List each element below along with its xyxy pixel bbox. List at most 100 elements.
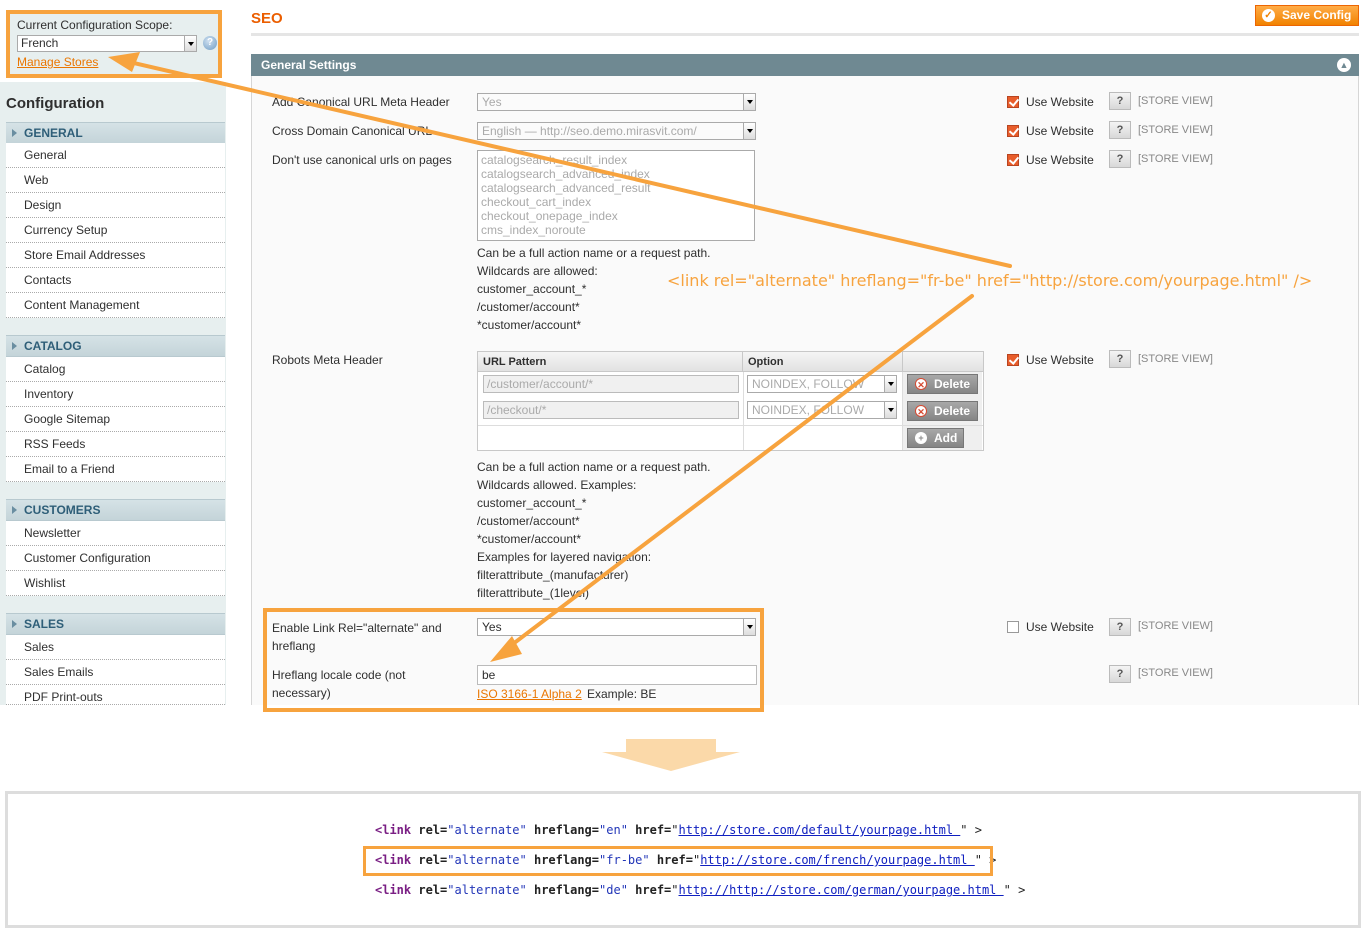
code-punc: " > <box>960 823 982 837</box>
cross-domain-select[interactable]: English — http://seo.demo.mirasvit.com/ <box>477 122 756 140</box>
robots-note: filterattribute_(manufacturer) <box>477 568 629 582</box>
sidebar-item-general[interactable]: General <box>6 143 225 168</box>
sidebar-group-general[interactable]: GENERAL <box>6 122 225 144</box>
code-link[interactable]: http://http://store.com/german/yourpage.… <box>679 883 1004 897</box>
delete-icon: ✕ <box>915 378 927 390</box>
canonical-select[interactable]: Yes <box>477 93 756 111</box>
sidebar-item-google-sitemap[interactable]: Google Sitemap <box>6 407 225 432</box>
canonical-scope-tag: [STORE VIEW] <box>1138 95 1213 107</box>
chevron-down-icon <box>743 123 755 139</box>
fieldset-header[interactable]: General Settings ▲ <box>251 54 1359 76</box>
sidebar-item-content-management[interactable]: Content Management <box>6 293 225 318</box>
robots-option-value: NOINDEX, FOLLOW <box>752 403 865 417</box>
sidebar-item-contacts[interactable]: Contacts <box>6 268 225 293</box>
sidebar-item-design[interactable]: Design <box>6 193 225 218</box>
sidebar-item-store-email-addresses[interactable]: Store Email Addresses <box>6 243 225 268</box>
canonical-label: Add Canonical URL Meta Header <box>272 95 450 109</box>
sidebar-item-newsletter[interactable]: Newsletter <box>6 521 225 546</box>
delete-row-button[interactable]: ✕ Delete <box>907 401 978 421</box>
scope-switcher-panel: Current Configuration Scope: French ? Ma… <box>6 10 222 78</box>
enable-alternate-help-button[interactable]: ? <box>1109 618 1131 636</box>
plus-icon: + <box>915 432 927 444</box>
url-pattern-input[interactable]: /checkout/* <box>483 401 739 419</box>
page-title: SEO <box>251 10 283 27</box>
sidebar-group-sales[interactable]: SALES <box>6 613 225 635</box>
code-line-de: <link rel="alternate" hreflang="de" href… <box>375 883 1025 897</box>
enable-alternate-use-website-checkbox[interactable] <box>1007 621 1019 633</box>
code-link[interactable]: http://store.com/default/yourpage.html <box>679 823 961 837</box>
sidebar-item-sales[interactable]: Sales <box>6 635 225 660</box>
code-line-en: <link rel="alternate" hreflang="en" href… <box>375 823 982 837</box>
help-icon[interactable]: ? <box>203 36 217 50</box>
sidebar-item-inventory[interactable]: Inventory <box>6 382 225 407</box>
sidebar-group-customers[interactable]: CUSTOMERS <box>6 499 225 521</box>
robots-label: Robots Meta Header <box>272 353 383 367</box>
canonical-use-website-checkbox[interactable] <box>1007 96 1019 108</box>
robots-note: *customer/account* <box>477 532 582 546</box>
exclude-help-button[interactable]: ? <box>1109 150 1131 168</box>
robots-help-button[interactable]: ? <box>1109 350 1131 368</box>
row-divider <box>478 425 983 426</box>
robots-option-select[interactable]: NOINDEX, FOLLOW <box>747 401 897 419</box>
cross-domain-use-website-label: Use Website <box>1026 124 1094 138</box>
save-config-label: Save Config <box>1282 8 1352 22</box>
collapse-icon[interactable]: ▲ <box>1337 58 1351 72</box>
chevron-down-icon <box>884 376 896 392</box>
code-attr: hreflang= <box>533 883 600 897</box>
sidebar-item-pdf-print-outs[interactable]: PDF Print-outs <box>6 685 225 705</box>
add-row-button[interactable]: + Add <box>907 428 964 448</box>
canonical-help-button[interactable]: ? <box>1109 92 1131 110</box>
canonical-use-website-label: Use Website <box>1026 95 1094 109</box>
sidebar-item-sales-emails[interactable]: Sales Emails <box>6 660 225 685</box>
robots-note: customer_account_* <box>477 496 587 510</box>
checkmark-icon: ✓ <box>1262 9 1275 22</box>
sidebar-title: Configuration <box>6 95 105 112</box>
url-pattern-input[interactable]: /customer/account/* <box>483 375 739 393</box>
code-highlight-frame <box>363 846 993 876</box>
delete-row-button[interactable]: ✕ Delete <box>907 374 978 394</box>
save-config-button[interactable]: ✓ Save Config <box>1255 5 1359 26</box>
robots-option-select[interactable]: NOINDEX, FOLLOW <box>747 375 897 393</box>
robots-table-header: URL Pattern Option <box>478 352 983 372</box>
sidebar-item-catalog[interactable]: Catalog <box>6 357 225 382</box>
sidebar-group-catalog[interactable]: CATALOG <box>6 335 225 357</box>
cross-domain-help-button[interactable]: ? <box>1109 121 1131 139</box>
exclude-canonical-textarea[interactable]: catalogsearch_result_index catalogsearch… <box>477 150 755 241</box>
sidebar-item-wishlist[interactable]: Wishlist <box>6 571 225 596</box>
exclude-use-website-checkbox[interactable] <box>1007 154 1019 166</box>
annotation-text: <link rel="alternate" hreflang="fr-be" h… <box>667 271 1313 290</box>
code-value: "alternate" <box>447 823 527 837</box>
scope-select[interactable]: French <box>17 35 197 52</box>
exclude-note: customer_account_* <box>477 282 587 296</box>
robots-use-website-checkbox[interactable] <box>1007 354 1019 366</box>
code-attr: hreflang= <box>533 823 600 837</box>
cross-domain-scope-tag: [STORE VIEW] <box>1138 124 1213 136</box>
highlight-frame <box>263 608 764 712</box>
code-tag: <link <box>375 823 412 837</box>
sidebar-item-customer-configuration[interactable]: Customer Configuration <box>6 546 225 571</box>
robots-note: Examples for layered navigation: <box>477 550 652 564</box>
chevron-down-icon <box>884 402 896 418</box>
sidebar-item-rss-feeds[interactable]: RSS Feeds <box>6 432 225 457</box>
chevron-down-icon <box>184 36 196 51</box>
add-label: Add <box>934 431 958 445</box>
robots-scope-tag: [STORE VIEW] <box>1138 353 1213 365</box>
code-tag: <link <box>375 883 412 897</box>
exclude-line: catalogsearch_advanced_result <box>481 181 651 195</box>
enable-alternate-use-website-label: Use Website <box>1026 620 1094 634</box>
sidebar-item-web[interactable]: Web <box>6 168 225 193</box>
sidebar-item-email-to-a-friend[interactable]: Email to a Friend <box>6 457 225 482</box>
cross-domain-use-website-checkbox[interactable] <box>1007 125 1019 137</box>
code-attr: rel= <box>418 823 448 837</box>
delete-label: Delete <box>934 377 971 391</box>
sidebar-item-currency-setup[interactable]: Currency Setup <box>6 218 225 243</box>
hreflang-code-help-button[interactable]: ? <box>1109 665 1131 683</box>
robots-use-website-label: Use Website <box>1026 353 1094 367</box>
exclude-canonical-label: Don't use canonical urls on pages <box>272 153 452 167</box>
exclude-scope-tag: [STORE VIEW] <box>1138 153 1213 165</box>
exclude-use-website-label: Use Website <box>1026 153 1094 167</box>
chevron-down-icon <box>743 94 755 110</box>
canonical-select-value: Yes <box>482 95 502 109</box>
code-attr: href= <box>635 883 672 897</box>
manage-stores-link[interactable]: Manage Stores <box>17 55 98 69</box>
